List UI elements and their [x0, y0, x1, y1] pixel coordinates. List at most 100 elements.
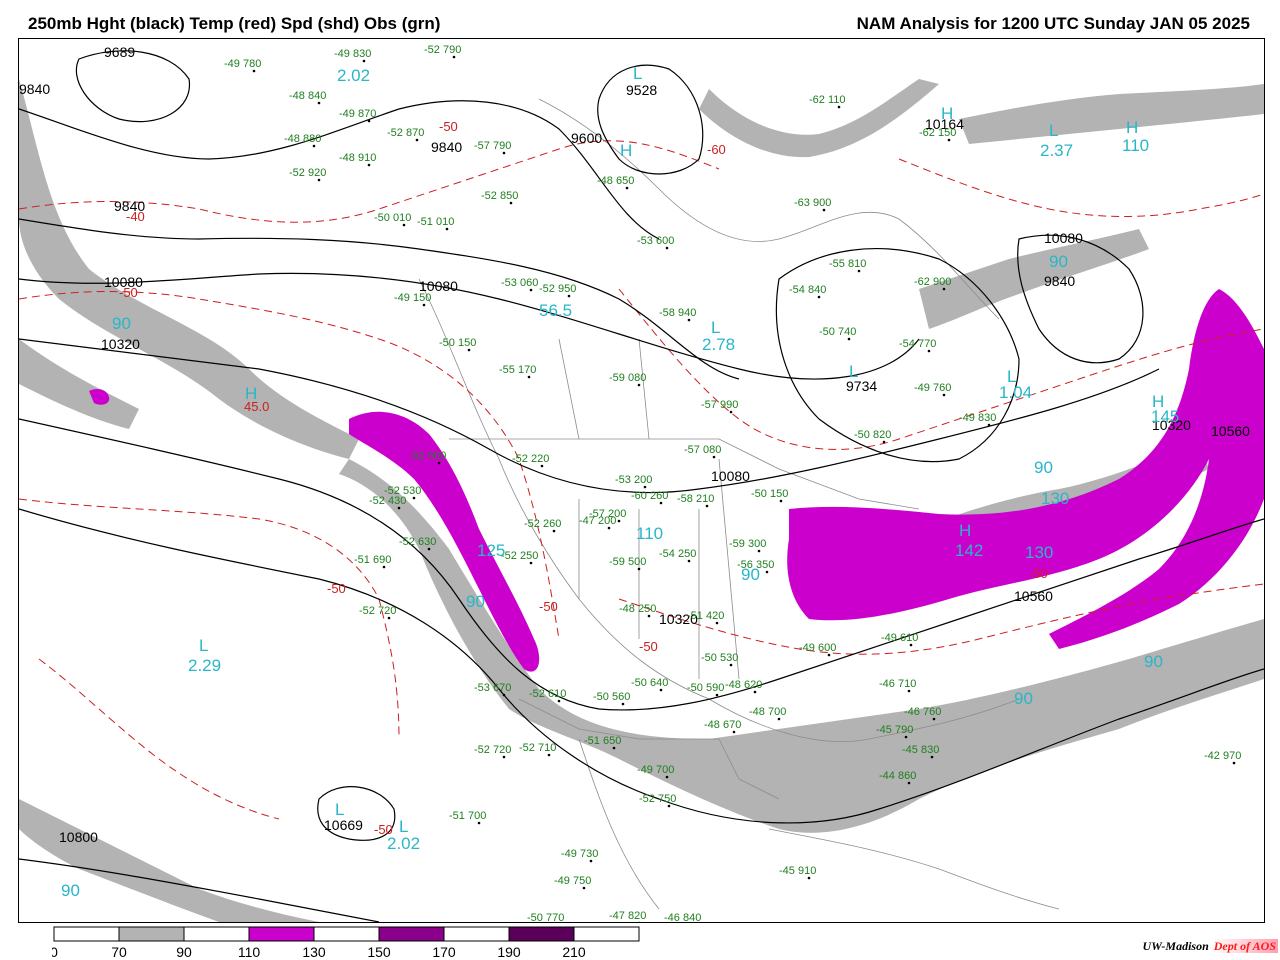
speed-label: 90: [1014, 689, 1033, 708]
height-label: 10560: [1014, 588, 1053, 604]
station-obs: -50 590: [687, 682, 724, 694]
height-label: 9600: [571, 130, 602, 146]
station-obs: -48 700: [749, 706, 786, 718]
station-dot: [904, 735, 908, 739]
station-dot: [252, 69, 256, 73]
legend-swatch: [443, 926, 510, 942]
legend-tick-label: 110: [238, 944, 261, 960]
speed-label: 90: [1034, 458, 1053, 477]
speed-label: 90: [112, 314, 131, 333]
station-obs: -52 500: [409, 450, 446, 462]
station-obs: -49 730: [561, 848, 598, 860]
analysis-valid-time: NAM Analysis for 1200 UTC Sunday JAN 05 …: [856, 14, 1250, 33]
station-dot: [509, 201, 513, 205]
legend-tick-label: 130: [302, 944, 326, 960]
legend-swatch: [248, 926, 315, 942]
station-dot: [777, 717, 781, 721]
station-dot: [827, 653, 831, 657]
height-label: 9689: [104, 44, 135, 60]
temp-label: -40: [126, 209, 145, 224]
station-obs: -49 700: [637, 764, 674, 776]
legend-tick-label: 170: [432, 944, 456, 960]
station-dot: [621, 702, 625, 706]
station-dot: [665, 775, 669, 779]
height-label: 10800: [59, 829, 98, 845]
speed-label: 90: [1049, 252, 1068, 271]
speed-label: 2.29: [188, 656, 221, 675]
height-label: 10080: [711, 468, 750, 484]
station-obs: -49 610: [881, 632, 918, 644]
station-obs: -48 250: [619, 603, 656, 615]
station-dot: [437, 461, 441, 465]
station-dot: [909, 643, 913, 647]
center-marker: L: [849, 362, 858, 381]
station-dot: [942, 393, 946, 397]
temp-label: -50: [119, 285, 138, 300]
station-dot: [552, 529, 556, 533]
temp-label: -50: [1029, 566, 1048, 581]
station-obs: -48 840: [289, 90, 326, 102]
station-obs: -45 830: [902, 744, 939, 756]
station-obs: -58 210: [677, 493, 714, 505]
station-dot: [617, 519, 621, 523]
height-label: 10560: [1211, 423, 1250, 439]
station-obs: -46 760: [904, 706, 941, 718]
station-obs: -52 220: [512, 453, 549, 465]
station-obs: -50 640: [631, 677, 668, 689]
station-obs: -49 830: [334, 48, 371, 60]
station-obs: -48 880: [284, 133, 321, 145]
legend-tick-label: 210: [562, 944, 586, 960]
station-dot: [557, 699, 561, 703]
center-marker: H: [1152, 392, 1164, 411]
station-dot: [567, 294, 571, 298]
height-label: 9528: [626, 82, 657, 98]
station-obs: -49 870: [339, 108, 376, 120]
station-dot: [397, 506, 401, 510]
height-label: 9840: [1044, 273, 1075, 289]
station-dot: [637, 383, 641, 387]
station-obs: -52 710: [519, 742, 556, 754]
station-obs: -52 720: [474, 744, 511, 756]
station-obs: -50 150: [439, 337, 476, 349]
station-obs: -52 850: [481, 190, 518, 202]
speed-label: 2.02: [337, 66, 370, 85]
center-marker: L: [1007, 367, 1016, 386]
station-dot: [637, 567, 641, 571]
station-obs: -49 150: [394, 292, 431, 304]
temp-label: -60: [707, 142, 726, 157]
station-dot: [625, 186, 629, 190]
temp-label: -50: [639, 639, 658, 654]
legend-tick-label: 70: [111, 944, 127, 960]
speed-label: 130: [1041, 489, 1069, 508]
height-label: 9840: [431, 139, 462, 155]
station-obs: -49 830: [959, 412, 996, 424]
station-obs: -52 430: [369, 495, 406, 507]
station-dot: [817, 295, 821, 299]
station-dot: [529, 288, 533, 292]
station-obs: -51 420: [687, 610, 724, 622]
station-obs: -53 600: [637, 235, 674, 247]
legend-swatch: [118, 926, 185, 942]
station-dot: [729, 410, 733, 414]
station-obs: -62 150: [919, 127, 956, 139]
speed-label: 110: [636, 524, 663, 543]
station-dot: [540, 464, 544, 468]
station-dot: [529, 561, 533, 565]
station-dot: [362, 59, 366, 63]
center-marker: H: [245, 384, 257, 403]
station-dot: [445, 227, 449, 231]
station-dot: [927, 349, 931, 353]
station-dot: [467, 348, 471, 352]
station-obs: -60 260: [631, 490, 668, 502]
station-obs: -52 630: [399, 536, 436, 548]
station-dot: [1232, 761, 1236, 765]
station-obs: -50 150: [751, 488, 788, 500]
legend-tick-label: 190: [497, 944, 521, 960]
station-dot: [502, 755, 506, 759]
station-dot: [659, 688, 663, 692]
station-obs: -50 820: [854, 429, 891, 441]
station-obs: -50 770: [527, 912, 564, 922]
station-dot: [317, 101, 321, 105]
station-dot: [643, 485, 647, 489]
legend-swatch: [378, 926, 445, 942]
